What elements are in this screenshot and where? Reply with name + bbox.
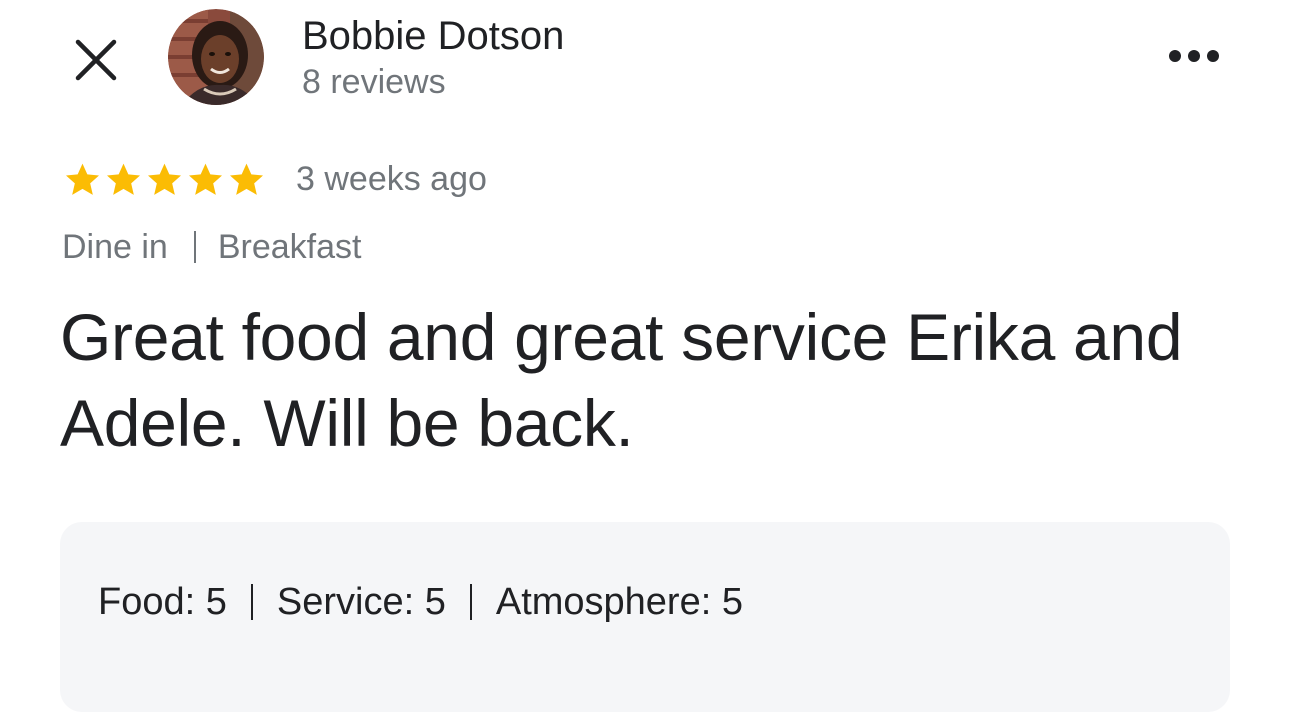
avatar[interactable] — [168, 9, 264, 105]
star-icon — [230, 163, 263, 195]
star-icon — [66, 163, 99, 195]
service-rating: Service: 5 — [276, 581, 446, 623]
star-icon — [107, 163, 140, 195]
author-review-count: 8 reviews — [302, 63, 446, 101]
star-icon — [148, 163, 181, 195]
author-name[interactable]: Bobbie Dotson — [302, 13, 564, 59]
review-text: Great food and great service Erika and A… — [60, 300, 1183, 460]
review-time: 3 weeks ago — [296, 160, 487, 198]
more-horizontal-icon — [1169, 50, 1219, 62]
review-meta: Dine in Breakfast — [62, 226, 361, 268]
profile-photo — [168, 9, 264, 105]
meal-type: Breakfast — [217, 228, 362, 266]
close-icon — [75, 39, 117, 81]
divider — [193, 231, 196, 263]
star-icon — [189, 163, 222, 195]
sub-ratings-panel: Food: 5 Service: 5 Atmosphere: 5 — [60, 522, 1230, 712]
star-rating — [62, 160, 267, 200]
close-button[interactable] — [66, 30, 126, 90]
divider — [250, 584, 253, 620]
food-rating: Food: 5 — [98, 581, 227, 623]
sub-ratings: Food: 5 Service: 5 Atmosphere: 5 — [98, 580, 743, 624]
more-options-button[interactable] — [1162, 30, 1226, 82]
service-type: Dine in — [62, 228, 168, 266]
divider — [469, 584, 472, 620]
atmosphere-rating: Atmosphere: 5 — [495, 581, 743, 623]
